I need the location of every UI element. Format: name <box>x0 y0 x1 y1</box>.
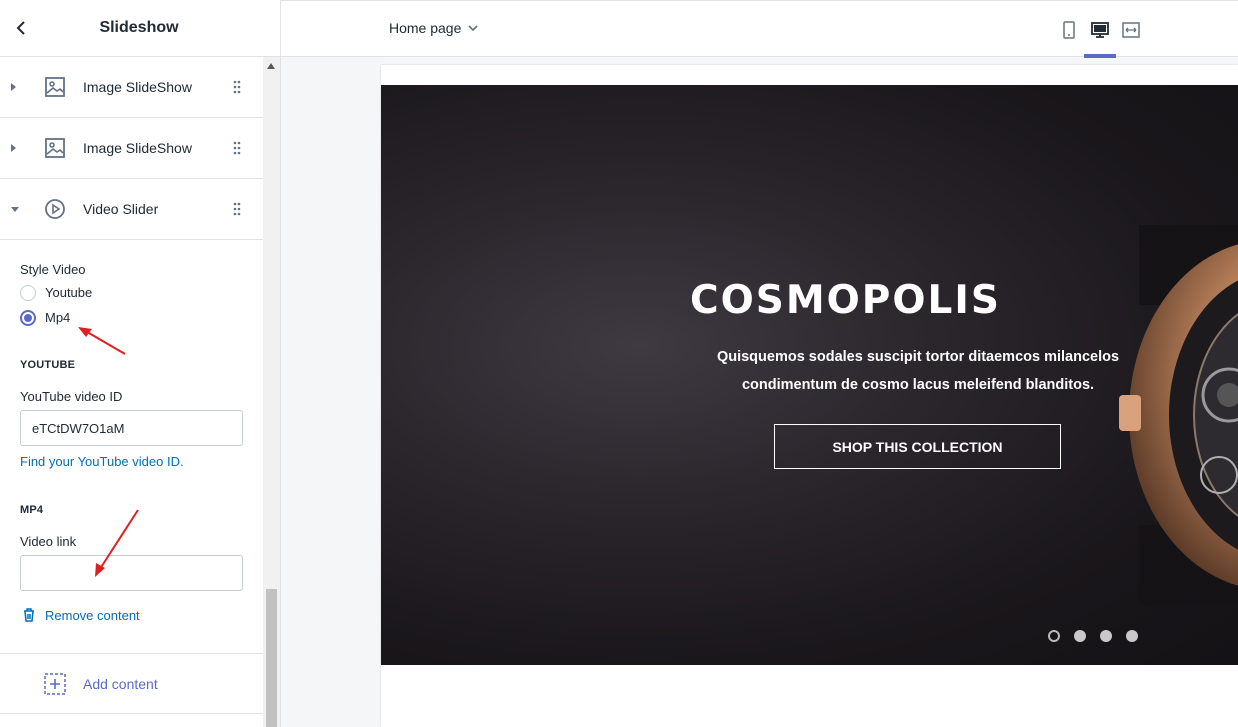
caret-right-icon[interactable] <box>11 83 16 91</box>
scroll-up-icon[interactable] <box>267 63 275 69</box>
trash-icon <box>24 608 34 622</box>
youtube-id-input[interactable] <box>20 410 243 446</box>
youtube-id-label: YouTube video ID <box>20 389 123 404</box>
page-selector[interactable]: Home page <box>389 20 479 36</box>
sidebar-scrollbar[interactable] <box>263 57 280 727</box>
block-video-slider[interactable]: Video Slider <box>0 179 263 240</box>
block-image-slideshow-2[interactable]: Image SlideShow <box>0 118 263 179</box>
chevron-left-icon <box>16 21 25 35</box>
chevron-down-icon <box>468 25 478 32</box>
drag-handle-icon[interactable] <box>232 202 242 216</box>
full-width-icon <box>1122 22 1140 38</box>
storefront-preview: COSMOPOLIS Quisquemos sodales suscipit t… <box>381 65 1238 727</box>
mobile-icon <box>1063 21 1075 39</box>
sidebar-title: Slideshow <box>99 19 179 36</box>
block-image-slideshow-1[interactable]: Image SlideShow <box>0 57 263 118</box>
page-selector-label: Home page <box>389 20 462 36</box>
mp4-heading: MP4 <box>20 504 44 516</box>
play-circle-icon <box>45 199 65 219</box>
mobile-view-button[interactable] <box>1054 17 1084 43</box>
theme-editor: Slideshow Image SlideShow Image SlideSho… <box>0 0 1238 727</box>
sidebar: Slideshow Image SlideShow Image SlideSho… <box>0 0 281 727</box>
block-label: Image SlideShow <box>83 79 192 95</box>
add-content-button[interactable]: Add content <box>0 653 263 714</box>
desktop-view-button[interactable] <box>1085 17 1115 43</box>
video-link-input[interactable] <box>20 555 243 591</box>
shop-collection-button[interactable]: SHOP THIS COLLECTION <box>774 424 1061 469</box>
style-video-label: Style Video <box>20 262 86 277</box>
remove-content-label: Remove content <box>45 607 140 623</box>
slide-dot-3[interactable] <box>1100 630 1112 642</box>
youtube-help-link[interactable]: Find your YouTube video ID. <box>20 454 243 469</box>
radio-circle[interactable] <box>20 284 36 301</box>
radio-label: Youtube <box>45 285 93 300</box>
slide-pagination <box>1048 630 1152 642</box>
image-icon <box>45 138 65 158</box>
radio-label: Mp4 <box>45 310 71 325</box>
desktop-icon <box>1091 22 1109 38</box>
remove-content-button[interactable]: Remove content <box>20 607 243 623</box>
preview-toolbar: Home page <box>281 0 1238 58</box>
hero-title: COSMOPOLIS <box>689 278 1001 323</box>
slide-dot-2[interactable] <box>1074 630 1086 642</box>
block-label: Image SlideShow <box>83 140 192 156</box>
block-label: Video Slider <box>83 201 159 217</box>
radio-youtube[interactable]: Youtube <box>20 280 243 305</box>
full-width-view-button[interactable] <box>1116 17 1146 43</box>
caret-down-icon[interactable] <box>11 206 19 212</box>
radio-circle-checked[interactable] <box>20 309 36 326</box>
video-slider-settings: Style Video Youtube Mp4 YOUTUBE YouTube … <box>0 262 263 623</box>
video-link-label: Video link <box>20 534 77 549</box>
add-block-icon <box>44 672 66 695</box>
hero-description-line: condimentum de cosmo lacus meleifend bla… <box>741 377 1095 393</box>
drag-handle-icon[interactable] <box>232 141 242 155</box>
back-button[interactable] <box>10 17 32 39</box>
scrollbar-thumb[interactable] <box>266 589 277 727</box>
sidebar-body: Image SlideShow Image SlideShow Video Sl… <box>0 57 263 727</box>
slide-dot-1[interactable] <box>1048 630 1060 642</box>
slide-dot-4[interactable] <box>1126 630 1138 642</box>
hero-description: Quisquemos sodales suscipit tortor ditae… <box>703 343 1133 399</box>
hero-description-line: Quisquemos sodales suscipit tortor ditae… <box>716 349 1120 365</box>
hero-slide: COSMOPOLIS Quisquemos sodales suscipit t… <box>381 85 1238 665</box>
youtube-heading: YOUTUBE <box>20 359 76 371</box>
active-device-indicator <box>1084 54 1116 58</box>
sidebar-header: Slideshow <box>0 0 280 57</box>
radio-mp4[interactable]: Mp4 <box>20 305 243 330</box>
image-icon <box>45 77 65 97</box>
drag-handle-icon[interactable] <box>232 80 242 94</box>
add-content-label: Add content <box>83 675 158 692</box>
caret-right-icon[interactable] <box>11 144 16 152</box>
